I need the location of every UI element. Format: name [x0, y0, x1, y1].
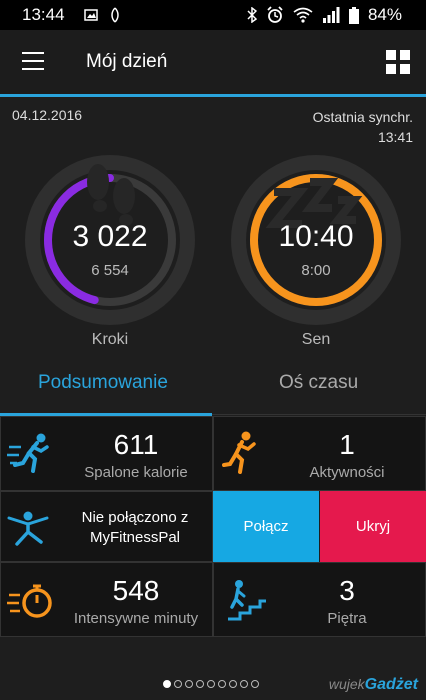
steps-goal: 6 554 [91, 262, 129, 279]
floors-label: Piętra [327, 610, 367, 627]
battery-icon [348, 6, 359, 24]
sync-time: 13:41 [377, 129, 413, 145]
sleep-goal: 8:00 [301, 262, 331, 279]
status-bar: 13:44 84% [0, 0, 426, 30]
page-title: Mój dzień [86, 51, 168, 72]
sync-label: Ostatnia synchr. [312, 109, 413, 125]
activities-value: 1 [339, 429, 355, 460]
summary-date: 04.12.2016 [12, 107, 83, 123]
intensity-minutes-label: Intensywne minuty [73, 610, 199, 627]
watermark-brand: Gadżet [364, 676, 418, 693]
hide-button[interactable]: Ukryj [320, 491, 426, 562]
status-time: 13:44 [22, 5, 65, 24]
steps-ring[interactable]: 3 022 6 554 [20, 150, 200, 330]
myfitnesspal-tile: Nie połączono z MyFitnessPal [0, 491, 213, 562]
page-dot[interactable] [218, 680, 226, 688]
sleep-label: Sen [301, 331, 331, 348]
stopwatch-icon [7, 584, 52, 618]
alarm-icon [267, 6, 283, 23]
mfp-message: Nie połączono z MyFitnessPal [65, 508, 205, 548]
page-dot[interactable] [240, 680, 248, 688]
page-dot[interactable] [229, 680, 237, 688]
grid-view-icon[interactable] [386, 50, 410, 74]
watermark-prefix: wujek [328, 676, 365, 692]
app-bar: Mój dzień [0, 30, 426, 97]
stairs-icon [228, 580, 266, 621]
sync-info: Ostatnia synchr. 13:41 [313, 107, 413, 147]
running-icon [222, 431, 256, 474]
calories-value: 611 [113, 429, 159, 460]
intensity-minutes-tile[interactable]: 548 Intensywne minuty [0, 562, 213, 637]
page-dot[interactable] [163, 680, 171, 688]
signal-icon [322, 7, 340, 23]
connect-button[interactable]: Połącz [213, 491, 319, 562]
sleep-ring[interactable]: 10:40 8:00 [226, 150, 406, 330]
intensity-minutes-value: 548 [112, 575, 160, 606]
page-dot[interactable] [196, 680, 204, 688]
calories-tile[interactable]: 611 Spalone kalorie [0, 416, 213, 491]
status-right: 84% [247, 5, 402, 25]
tab-timeline[interactable]: Oś czasu [279, 372, 358, 394]
page-dot[interactable] [174, 680, 182, 688]
running-fast-icon [7, 433, 49, 473]
activities-tile[interactable]: 1 Aktywności [213, 416, 426, 491]
wifi-icon [293, 7, 313, 23]
floors-tile[interactable]: 3 Piętra [213, 562, 426, 637]
image-icon [84, 9, 98, 21]
mfp-message-line2: MyFitnessPal [89, 529, 181, 546]
floors-value: 3 [339, 575, 355, 606]
watermark: wujekGadżet [329, 676, 418, 694]
calories-label: Spalone kalorie [84, 464, 188, 481]
steps-value: 3 022 [72, 220, 148, 253]
battery-percent: 84% [367, 5, 402, 24]
menu-icon[interactable] [22, 52, 44, 70]
myfitnesspal-figure-icon [7, 511, 49, 546]
page-dot[interactable] [185, 680, 193, 688]
sleep-value: 10:40 [278, 220, 354, 253]
tab-summary[interactable]: Podsumowanie [38, 372, 168, 394]
activities-label: Aktywności [309, 464, 385, 481]
steps-label: Kroki [91, 331, 129, 348]
page-dot[interactable] [207, 680, 215, 688]
notification-icons [84, 7, 120, 23]
garmin-connect-icon [111, 7, 119, 23]
mfp-message-line1: Nie połączono z [81, 509, 189, 526]
bluetooth-icon [247, 7, 257, 23]
page-dot[interactable] [251, 680, 259, 688]
page-indicator [163, 680, 259, 688]
